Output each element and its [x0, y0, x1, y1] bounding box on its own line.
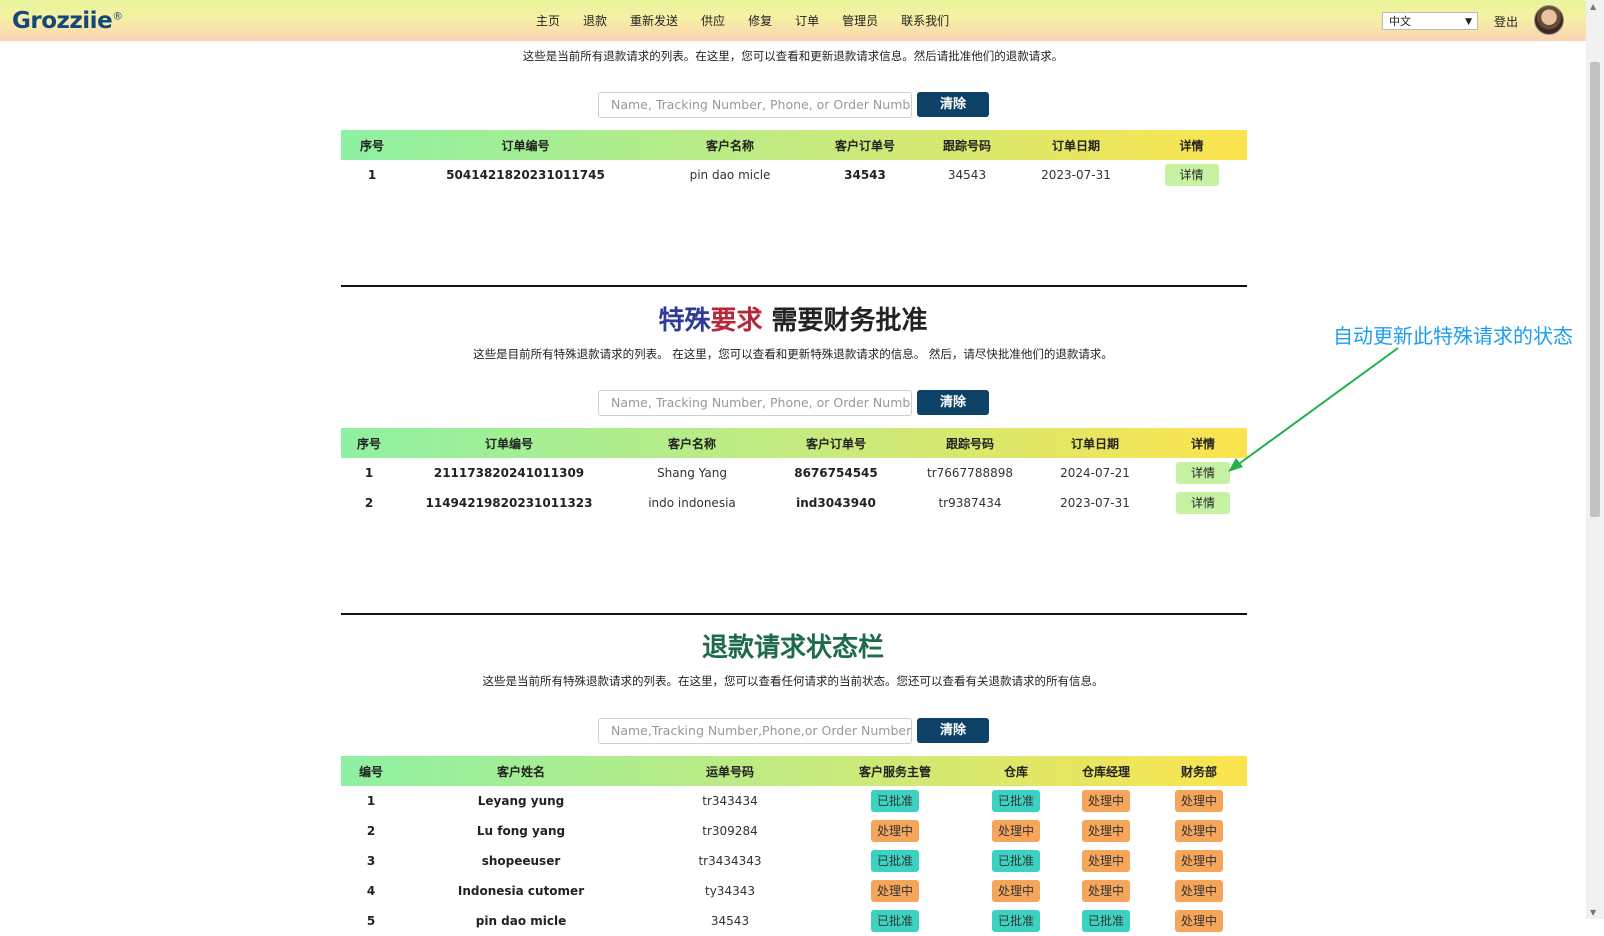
- scrollbar-thumb[interactable]: [1590, 62, 1600, 517]
- scroll-up-icon[interactable]: ▲: [1590, 2, 1596, 11]
- scroll-down-icon[interactable]: ▼: [1590, 908, 1596, 917]
- annotation-arrow-icon: [1228, 347, 1399, 472]
- page-scrollbar[interactable]: ▲ ▼: [1586, 0, 1604, 919]
